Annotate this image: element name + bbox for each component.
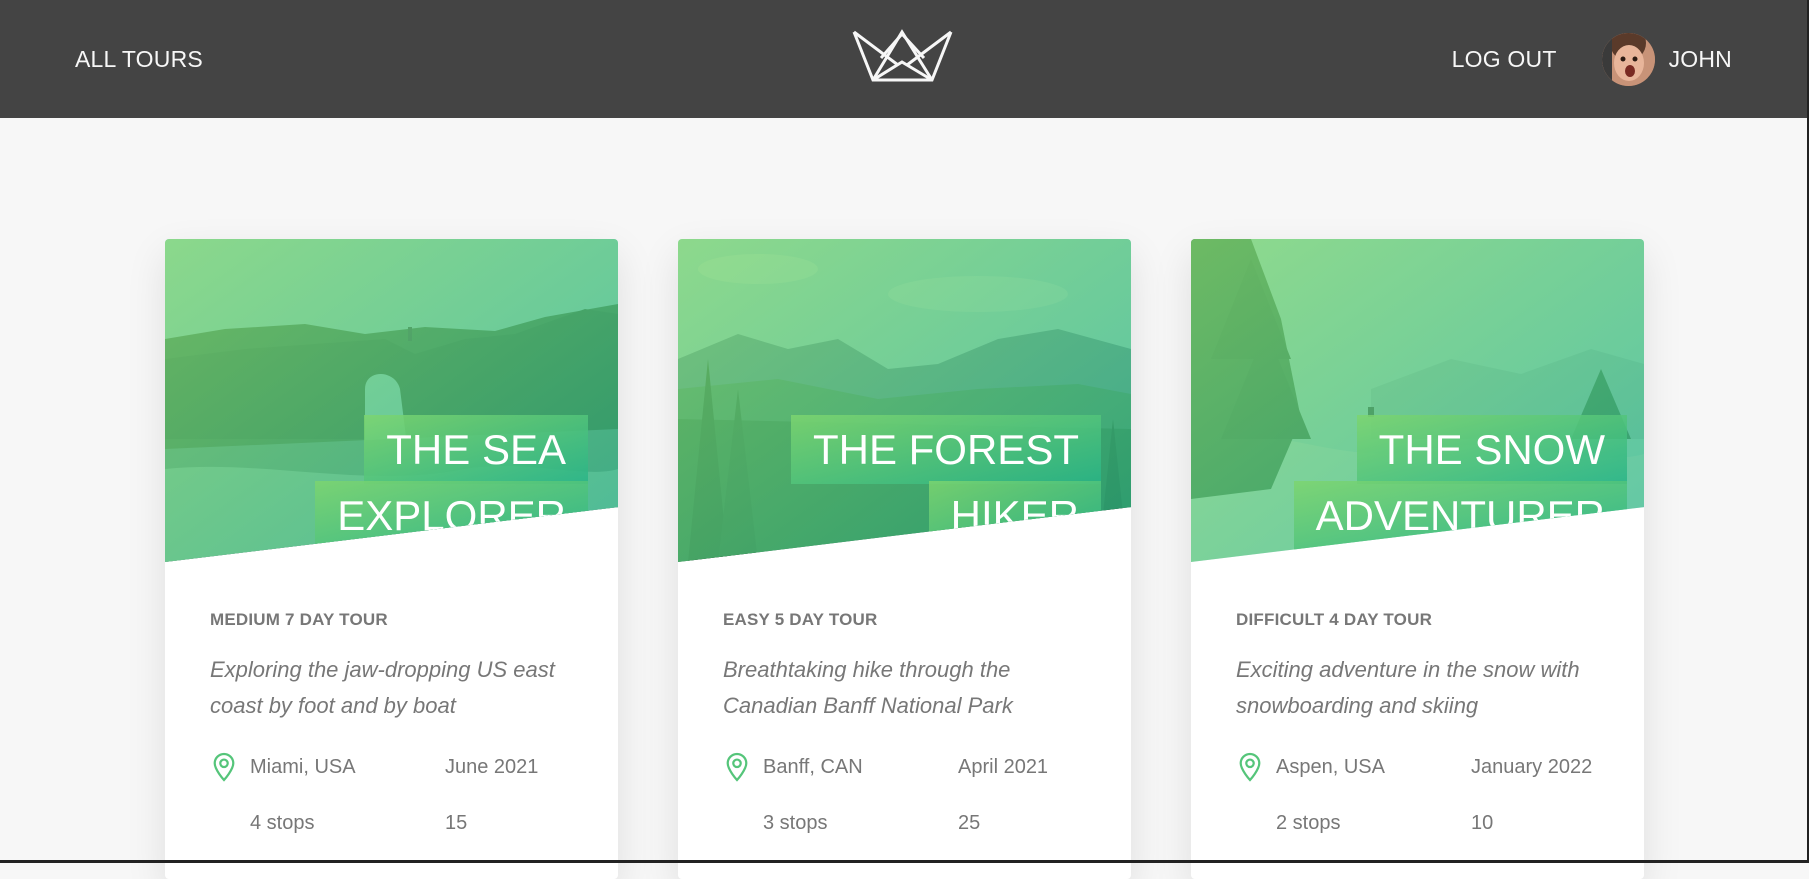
tour-group-size: 25: [958, 810, 1086, 836]
card-details: Medium 7 day tour Exploring the jaw-drop…: [165, 562, 618, 836]
tour-difficulty: Difficult 4 day tour: [1236, 610, 1433, 629]
site-header: All tours Log out: [0, 0, 1807, 118]
tour-title: The Forest Hiker: [751, 415, 1101, 550]
tour-title: The Sea Explorer: [238, 415, 588, 550]
tour-title-line2: Hiker: [928, 481, 1101, 550]
all-tours-link[interactable]: All tours: [75, 46, 203, 73]
card-header: The Sea Explorer: [165, 239, 618, 562]
tour-title-line2: Adventurer: [1293, 481, 1627, 550]
map-pin-icon: [210, 751, 238, 783]
tour-title-line1: The Forest: [790, 415, 1101, 484]
tour-data-grid: Banff, CAN April 2021 3 stops 25: [723, 751, 1086, 836]
tour-summary: Breathtaking hike through the Canadian B…: [723, 657, 1013, 718]
nav-left: All tours: [75, 46, 203, 73]
tour-title-line1: The Snow: [1356, 415, 1627, 484]
tour-group-size-text: 10: [1471, 811, 1494, 834]
tour-date: June 2021: [445, 754, 573, 780]
tour-date-text: January 2022: [1471, 755, 1593, 778]
map-pin-icon: [1236, 751, 1264, 783]
tour-stops: 3 stops: [723, 810, 958, 836]
crown-logo-icon[interactable]: [851, 28, 954, 84]
tour-location: Aspen, USA: [1236, 751, 1471, 783]
tour-location: Banff, CAN: [723, 751, 958, 783]
tour-data-grid: Miami, USA June 2021 4 stops 15: [210, 751, 573, 836]
tour-date-text: April 2021: [958, 755, 1049, 778]
tour-card[interactable]: The Snow Adventurer Difficult 4 day tour…: [1191, 239, 1644, 879]
tour-date: April 2021: [958, 754, 1086, 780]
tour-group-size: 15: [445, 810, 573, 836]
card-header: The Snow Adventurer: [1191, 239, 1644, 562]
tour-stops-text: 4 stops: [250, 811, 315, 834]
tour-group-size-text: 25: [958, 811, 981, 834]
tour-stops-text: 3 stops: [763, 811, 828, 834]
tour-data-grid: Aspen, USA January 2022 2 stops 10: [1236, 751, 1599, 836]
tour-group-size: 10: [1471, 810, 1599, 836]
tour-group-size-text: 15: [445, 811, 468, 834]
tour-title: The Snow Adventurer: [1277, 415, 1627, 550]
tour-cards: The Sea Explorer Medium 7 day tour Explo…: [165, 239, 1644, 879]
card-header: The Forest Hiker: [678, 239, 1131, 562]
tour-location-text: Miami, USA: [250, 755, 356, 778]
nav-right: Log out John: [1452, 32, 1732, 86]
card-details: Difficult 4 day tour Exciting adventure …: [1191, 562, 1644, 836]
tour-title-line1: The Sea: [364, 415, 588, 484]
map-pin-icon: [723, 751, 751, 783]
user-name[interactable]: John: [1669, 46, 1732, 73]
tour-difficulty: Easy 5 day tour: [723, 610, 878, 629]
tour-card[interactable]: The Forest Hiker Easy 5 day tour Breatht…: [678, 239, 1131, 879]
tour-date-text: June 2021: [445, 755, 539, 778]
tour-stops-text: 2 stops: [1276, 811, 1341, 834]
tour-location-text: Aspen, USA: [1276, 755, 1385, 778]
tour-location-text: Banff, CAN: [763, 755, 863, 778]
tour-title-line2: Explorer: [315, 481, 588, 550]
tour-location: Miami, USA: [210, 751, 445, 783]
avatar: [1601, 32, 1655, 86]
tour-summary: Exploring the jaw-dropping US east coast…: [210, 657, 555, 718]
tour-difficulty: Medium 7 day tour: [210, 610, 388, 629]
tour-summary: Exciting adventure in the snow with snow…: [1236, 657, 1580, 718]
tour-card[interactable]: The Sea Explorer Medium 7 day tour Explo…: [165, 239, 618, 879]
tour-stops: 2 stops: [1236, 810, 1471, 836]
tour-date: January 2022: [1471, 754, 1599, 780]
tour-stops: 4 stops: [210, 810, 445, 836]
user-menu[interactable]: John: [1601, 32, 1732, 86]
card-details: Easy 5 day tour Breathtaking hike throug…: [678, 562, 1131, 836]
logout-link[interactable]: Log out: [1452, 46, 1557, 73]
